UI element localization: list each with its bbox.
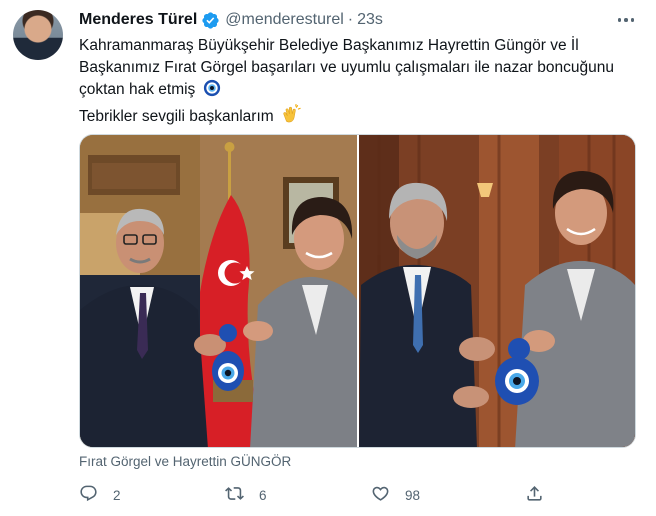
like-count: 98	[405, 487, 421, 503]
like-icon	[371, 484, 390, 506]
clapping-hands-icon	[281, 104, 301, 131]
share-button[interactable]	[525, 482, 544, 508]
reply-button[interactable]: 2	[79, 482, 121, 508]
tweet-text-segment: Tebrikler sevgili başkanlarım	[79, 108, 274, 125]
photo-right[interactable]	[359, 135, 635, 447]
author-avatar[interactable]	[13, 10, 63, 60]
more-options-icon[interactable]	[614, 9, 638, 31]
retweet-count: 6	[259, 487, 267, 503]
reply-count: 2	[113, 487, 121, 503]
tweet-text-line: çoktan hak etmiş	[79, 79, 639, 104]
tweet-text-line: Başkanımız Fırat Görgel başarıları ve uy…	[79, 59, 614, 76]
media-caption[interactable]: Fırat Görgel ve Hayrettin GÜNGÖR	[79, 454, 291, 469]
author-handle[interactable]: @menderesturel	[225, 11, 344, 29]
tweet-header: Menderes Türel @menderesturel · 23s	[79, 9, 383, 31]
author-display-name[interactable]: Menderes Türel	[79, 11, 197, 29]
retweet-icon	[225, 484, 244, 506]
tweet-text-line: Kahramanmaraş Büyükşehir Belediye Başkan…	[79, 37, 579, 54]
header-separator: ·	[347, 11, 354, 28]
tweet-actions: 2 6 98	[79, 482, 549, 508]
verified-badge-icon	[201, 11, 220, 30]
retweet-button[interactable]: 6	[225, 482, 267, 508]
share-icon	[525, 484, 544, 506]
like-button[interactable]: 98	[371, 482, 420, 508]
tweet-media[interactable]	[79, 134, 636, 448]
tweet-text-line: Tebrikler sevgili başkanlarım	[79, 104, 639, 131]
tweet-timestamp[interactable]: 23s	[357, 11, 383, 29]
tweet-text-segment: çoktan hak etmiş	[79, 81, 196, 98]
reply-icon	[79, 484, 98, 506]
photo-left[interactable]	[80, 135, 357, 447]
tweet-card[interactable]: Menderes Türel @menderesturel · 23s Kahr…	[0, 0, 656, 516]
tweet-text: Kahramanmaraş Büyükşehir Belediye Başkan…	[79, 35, 639, 131]
nazar-amulet-icon	[203, 79, 221, 104]
